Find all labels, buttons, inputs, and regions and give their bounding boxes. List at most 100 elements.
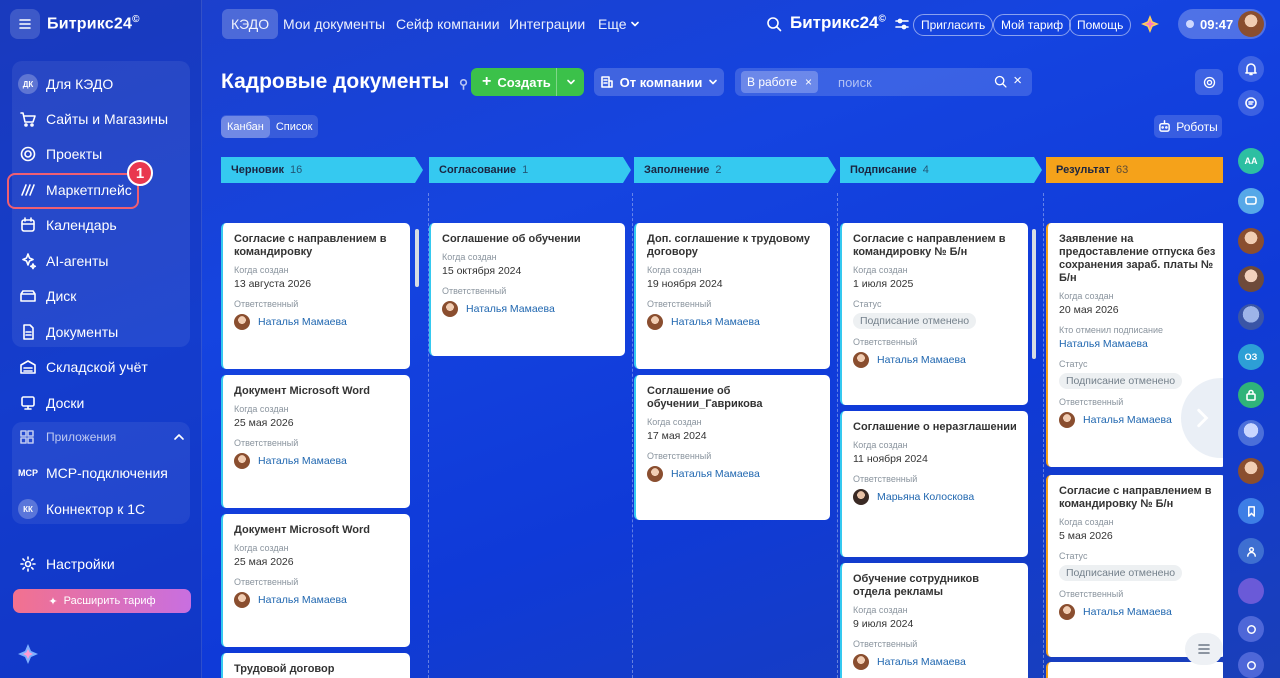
pin-icon[interactable]: ⚲ [459,77,468,91]
column-scrollbar[interactable] [1032,229,1036,359]
contact-avatar[interactable] [1238,228,1264,254]
document-card[interactable]: Согласие с направлением в командировку №… [1046,475,1223,657]
tab-more[interactable]: Еще [598,9,640,39]
document-card[interactable]: Согласие с направлением в командировку №… [840,223,1028,405]
contact-avatar[interactable] [1238,458,1264,484]
sidebar-item-kedo[interactable]: ДК Для КЭДО [18,69,190,99]
responsible-person[interactable]: Наталья Мамаева [853,352,1018,368]
search-icon[interactable] [993,74,1008,89]
responsible-person[interactable]: Наталья Мамаева [234,314,400,330]
responsible-person[interactable]: Наталья Мамаева [234,592,400,608]
lock-icon[interactable] [1238,382,1264,408]
column-header[interactable]: Черновик 16 [221,157,423,183]
invite-button[interactable]: Пригласить [913,14,994,36]
filter-search-box[interactable]: В работе × × [735,68,1032,96]
sidebar-item-calendar[interactable]: Календарь [18,210,190,240]
app-logo[interactable]: Битрикс24© [47,14,140,33]
group-avatar-oz[interactable]: ОЗ [1238,344,1264,370]
bookmark-icon[interactable] [1238,498,1264,524]
loop-icon[interactable] [1238,652,1264,678]
document-card[interactable]: Документ Microsoft Word Когда создан 25 … [221,375,410,508]
view-kanban-tab[interactable]: Канбан [221,115,270,138]
chat-icon[interactable] [1238,90,1264,116]
column-header[interactable]: Заполнение 2 [634,157,836,183]
column-header[interactable]: Результат 63 [1046,157,1223,183]
responsible-person[interactable]: Наталья Мамаева [647,314,820,330]
sidebar-item-mcp[interactable]: MCP MCP-подключения [18,458,190,488]
bell-icon[interactable] [1238,56,1264,82]
column-header[interactable]: Подписание 4 [840,157,1042,183]
created-label: Когда создан [647,265,702,275]
sidebar-item-1c[interactable]: КК Коннектор к 1С [18,494,190,524]
cancelled-by-person[interactable]: Наталья Мамаева [1059,338,1216,350]
document-card[interactable]: Доп. соглашение к трудовому договору Ког… [634,223,830,369]
document-card[interactable]: Трудовой договор [221,653,410,678]
column-title: Согласование [439,164,517,176]
responsible-person[interactable]: Наталья Мамаева [853,654,1018,670]
tab-kedo[interactable]: КЭДО [222,9,279,39]
upgrade-plan-button[interactable]: ✦ Расширить тариф [13,589,191,613]
copilot-top-icon[interactable] [1140,14,1160,34]
responsible-person[interactable]: Наталья Мамаева [442,301,615,317]
sidebar-item-warehouse[interactable]: Складской учёт [18,352,190,382]
menu-icon[interactable] [10,9,40,39]
tab-my-documents[interactable]: Мои документы [283,9,385,39]
search-icon[interactable] [765,15,783,33]
contact-avatar[interactable] [1238,578,1264,604]
column-draft: Черновик 16 Согласие с направлением в ком… [221,157,423,678]
clear-icon[interactable]: × [1013,72,1022,89]
apps-section-header[interactable]: Приложения [18,428,186,446]
view-list-tab[interactable]: Список [270,116,319,138]
help-button[interactable]: Помощь [1069,14,1132,36]
copilot-icon[interactable] [17,643,39,665]
user-avatar[interactable] [1238,11,1264,37]
document-card[interactable]: Соглашение об обучении Когда создан 15 о… [429,223,625,356]
column-count: 63 [1116,164,1129,176]
create-dropdown[interactable] [556,68,584,96]
sidebar-item-projects[interactable]: Проекты [18,139,190,169]
create-label: Создать [497,74,551,90]
document-card[interactable]: Соглашение о неразглашении Когда создан … [840,411,1028,557]
column-scrollbar[interactable] [415,229,419,287]
loop-icon[interactable] [1238,616,1264,642]
team-icon[interactable] [1238,538,1264,564]
responsible-person[interactable]: Наталья Мамаева [1059,604,1216,620]
sidebar-item-label: Доски [46,395,85,411]
created-date: 5 мая 2026 [1059,530,1113,542]
sidebar-item-documents[interactable]: Документы [18,317,190,347]
search-input[interactable] [838,74,979,90]
settings-gear-button[interactable] [1195,69,1223,95]
responsible-person[interactable]: Марьяна Колоскова [853,489,1018,505]
document-card[interactable]: Согласие с направлением в командировку К… [221,223,410,369]
tab-company-safe[interactable]: Сейф компании [396,9,500,39]
document-card[interactable]: Документ Microsoft Word Когда создан 25 … [221,514,410,647]
close-icon[interactable]: × [805,75,812,89]
responsible-person[interactable]: Наталья Мамаева [234,453,400,469]
sidebar-item-boards[interactable]: Доски [18,388,190,418]
responsible-person[interactable]: Наталья Мамаева [647,466,820,482]
tariff-button[interactable]: Мой тариф [993,14,1072,36]
sliders-icon[interactable] [894,16,910,32]
message-icon[interactable] [1238,188,1264,214]
document-card[interactable]: Обучение сотрудников отдела рекламы Когд… [840,563,1028,678]
sidebar-item-sites[interactable]: Сайты и Магазины [18,104,190,134]
person-avatar [647,466,663,482]
sidebar-item-disk[interactable]: Диск [18,281,190,311]
robots-button[interactable]: Роботы [1154,115,1222,138]
created-label: Когда создан [1059,291,1114,301]
column-header[interactable]: Согласование 1 [429,157,631,183]
create-button[interactable]: + Создать [471,68,584,96]
contact-avatar[interactable] [1238,266,1264,292]
from-company-button[interactable]: От компании [594,68,724,96]
tab-integrations[interactable]: Интеграции [509,9,585,39]
card-title: Соглашение о неразглашении [853,421,1017,433]
contact-avatar[interactable] [1238,420,1264,446]
filter-chip[interactable]: В работе × [741,71,819,93]
contact-avatar[interactable] [1238,304,1264,330]
document-card[interactable]: Соглашение об обучении_Гаврикова Когда с… [634,375,830,520]
user-avatar-aa[interactable]: АА [1238,148,1264,174]
sidebar-item-settings[interactable]: Настройки [18,549,190,579]
sidebar-item-ai[interactable]: AI-агенты [18,246,190,276]
clock-widget[interactable]: 09:47 [1178,9,1266,39]
list-toggle-button[interactable] [1185,633,1223,665]
